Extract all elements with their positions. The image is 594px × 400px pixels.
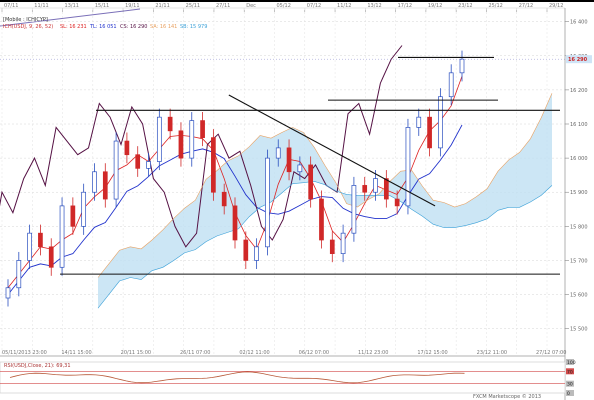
rsi-tick-label: 0 xyxy=(567,391,570,397)
candle-body xyxy=(146,161,151,169)
candle-body xyxy=(340,232,346,254)
candle-body xyxy=(70,205,76,227)
legend-item: SA: 16 141 xyxy=(150,24,177,30)
candle-body xyxy=(232,205,238,241)
legend-name: ICH(USDJ, 9, 26, 52) xyxy=(3,24,53,30)
candle-body xyxy=(362,185,368,193)
candle-body xyxy=(351,185,357,234)
candle-body xyxy=(38,232,43,248)
rsi-tick-label: 30 xyxy=(567,382,573,388)
symbol-label: [Mobile : ICHICYP] xyxy=(3,17,48,23)
y-tick-label: 16 200 xyxy=(570,88,588,94)
chart-root: 07/11 11/11 13/11 15/11 19/11 21/11 25/11 27/11… xyxy=(0,0,594,400)
legend-item: CS: 16 290 xyxy=(120,24,147,30)
candle-body xyxy=(92,171,97,193)
y-tick-label: 15 700 xyxy=(570,258,588,264)
watermark: FXCM Marketscope © 2013 xyxy=(473,393,541,400)
bottom-axis-label: 11/12 23:00 xyxy=(358,350,388,356)
bottom-axis-label: 14/11 15:00 xyxy=(61,350,91,356)
bottom-axis-label: 06/12 07:00 xyxy=(299,350,329,356)
bottom-axis-label: 20/11 15:00 xyxy=(121,350,151,356)
candle-body xyxy=(265,157,270,248)
candle-body xyxy=(394,198,400,207)
candle-body xyxy=(221,191,227,207)
bottom-axis-label: 27/12 07:00 xyxy=(536,350,566,356)
bottom-axis-label: 17/12 15:00 xyxy=(417,350,447,356)
candle-body xyxy=(59,205,65,268)
candle-body xyxy=(329,239,335,254)
candle-body xyxy=(5,287,11,299)
y-tick-label: 15 900 xyxy=(570,190,588,196)
candle-body xyxy=(113,140,119,200)
candle-body xyxy=(448,72,454,98)
candle-body xyxy=(275,147,281,159)
rsi-label: RSI(USDJ,Close, 21): 69,31 xyxy=(4,363,71,369)
candle-body xyxy=(48,246,54,268)
legend-item: TL: 16 051 xyxy=(89,24,117,30)
rsi-tick-label: 100 xyxy=(567,360,576,366)
legend-item: SB: 15 979 xyxy=(180,24,207,30)
candle-body xyxy=(427,116,432,149)
candle-body xyxy=(286,147,292,173)
bottom-axis-label: 05/11/2013 23:00 xyxy=(2,350,47,356)
candle-body xyxy=(81,191,87,227)
candle-body xyxy=(102,171,108,200)
current-price-label: 16 290 xyxy=(568,57,588,63)
bottom-axis-label: 02/12 11:00 xyxy=(239,350,269,356)
y-tick-label: 16 100 xyxy=(570,122,588,128)
bottom-axis-label: 26/11 07:00 xyxy=(180,350,210,356)
candle-body xyxy=(156,116,162,162)
candle-body xyxy=(254,246,259,261)
candle-body xyxy=(124,140,130,156)
candle-body xyxy=(211,137,216,193)
bottom-axis-label: 23/12 11:00 xyxy=(477,350,507,356)
rsi-tick-label: 70 xyxy=(567,369,573,375)
candle-body xyxy=(243,239,249,261)
y-tick-label: 16 400 xyxy=(570,20,588,26)
rsi-pane: 100 70 30 0 xyxy=(0,359,576,397)
candle-body xyxy=(438,96,443,149)
candle-body xyxy=(416,116,422,128)
candle-body xyxy=(16,260,22,289)
candle-body xyxy=(27,232,32,261)
y-tick-label: 15 800 xyxy=(570,224,588,230)
y-tick-label: 15 600 xyxy=(570,293,588,299)
candle-body xyxy=(319,198,324,241)
top-border xyxy=(0,0,594,2)
candle-body xyxy=(200,120,205,138)
candle-body xyxy=(297,164,303,173)
y-tick-label: 16 000 xyxy=(570,156,588,162)
legend: ICH(USDJ, 9, 26, 52) SL: 16 231 TL: 16 051… xyxy=(3,24,207,30)
candle-body xyxy=(178,130,184,159)
legend-item: SL: 16 231 xyxy=(60,24,87,30)
candle-body xyxy=(167,116,173,132)
candle-body xyxy=(308,164,314,200)
candle-body xyxy=(383,178,389,200)
candle-body xyxy=(405,127,411,207)
candle-body xyxy=(373,178,378,193)
candle-body xyxy=(135,154,141,169)
candle-body xyxy=(459,58,465,74)
candle-body xyxy=(189,120,195,159)
y-tick-label: 15 500 xyxy=(570,327,588,333)
